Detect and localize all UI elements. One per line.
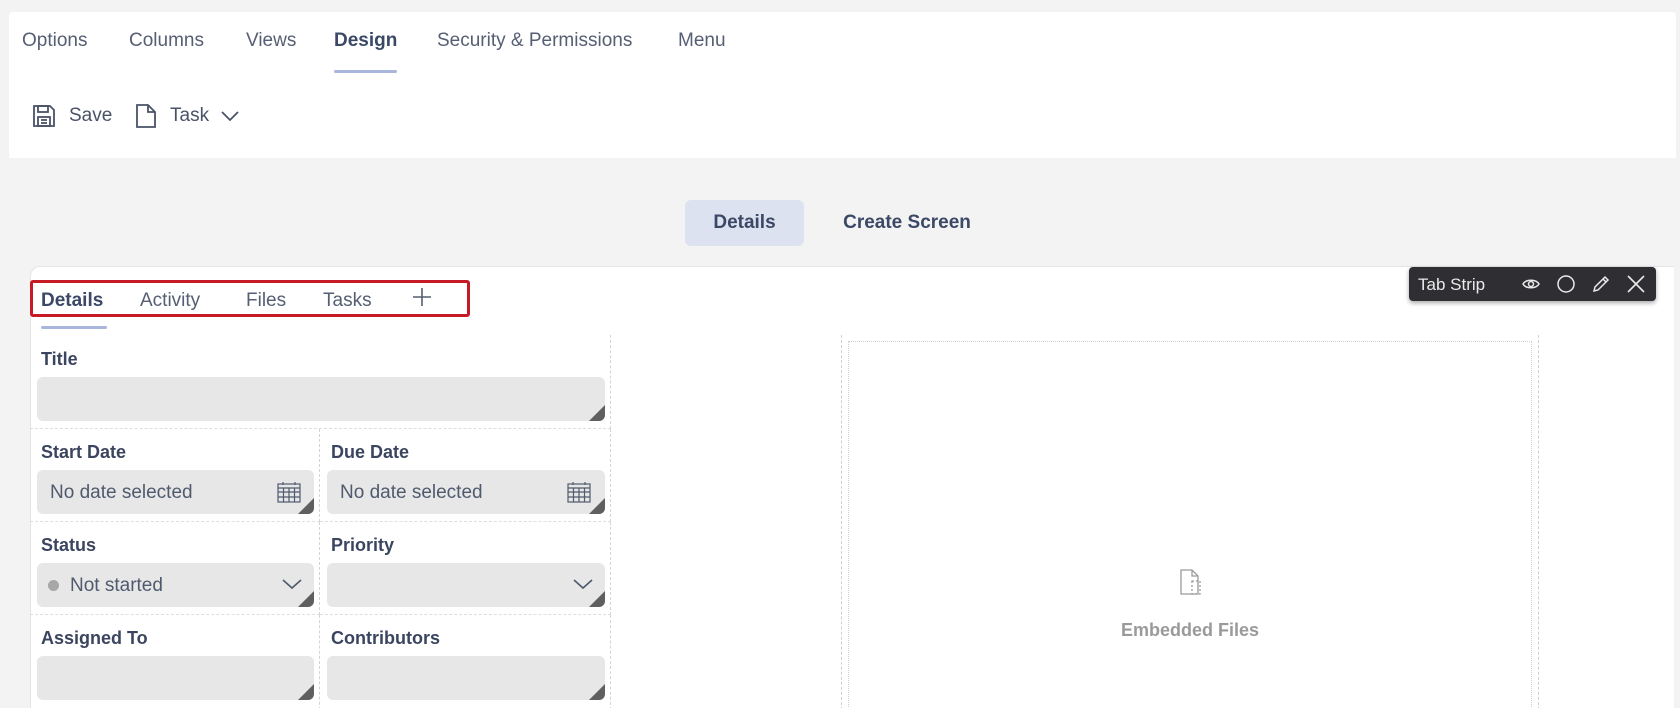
assigned-to-label: Assigned To xyxy=(41,628,148,648)
resize-handle[interactable] xyxy=(298,591,314,607)
start-date-placeholder: No date selected xyxy=(50,482,193,503)
assigned-to-input[interactable] xyxy=(37,656,314,700)
tab-security-permissions[interactable]: Security & Permissions xyxy=(437,30,632,52)
resize-handle[interactable] xyxy=(298,498,314,514)
status-select[interactable]: Not started xyxy=(37,563,314,607)
status-value: Not started xyxy=(70,575,163,596)
circle-icon[interactable] xyxy=(1556,274,1576,294)
contributors-label: Contributors xyxy=(331,628,440,648)
tab-strip-toolbar: Tab Strip xyxy=(1409,267,1656,301)
title-label: Title xyxy=(41,349,78,369)
pencil-icon[interactable] xyxy=(1591,274,1611,294)
content-type-dropdown[interactable]: Task xyxy=(134,103,239,129)
tab-menu[interactable]: Menu xyxy=(678,30,726,52)
add-tab-icon[interactable] xyxy=(411,286,433,308)
title-input[interactable] xyxy=(37,377,605,421)
start-date-picker[interactable]: No date selected xyxy=(37,470,314,514)
due-date-label: Due Date xyxy=(331,442,410,462)
form-tab-details[interactable]: Details xyxy=(41,290,103,312)
form-tab-activity[interactable]: Activity xyxy=(140,290,200,312)
chevron-down-icon xyxy=(221,110,239,122)
file-icon xyxy=(1178,568,1204,596)
due-date-picker[interactable]: No date selected xyxy=(327,470,605,514)
chevron-down-icon xyxy=(282,577,302,591)
start-date-label: Start Date xyxy=(41,442,127,462)
view-details-button[interactable]: Details xyxy=(685,200,804,246)
due-date-placeholder: No date selected xyxy=(340,482,483,503)
eye-icon[interactable] xyxy=(1521,274,1541,294)
priority-label: Priority xyxy=(331,535,395,555)
status-label: Status xyxy=(41,535,97,555)
save-button[interactable]: Save xyxy=(31,103,112,129)
embedded-files-label: Embedded Files xyxy=(1120,620,1260,640)
save-label: Save xyxy=(69,105,113,126)
active-tab-indicator xyxy=(334,70,397,73)
tab-design[interactable]: Design xyxy=(334,30,397,52)
form-tab-files[interactable]: Files xyxy=(246,290,286,312)
tab-views[interactable]: Views xyxy=(246,30,296,52)
form-tab-tasks[interactable]: Tasks xyxy=(323,290,372,312)
close-icon[interactable] xyxy=(1626,274,1646,294)
priority-select[interactable] xyxy=(327,563,605,607)
status-dot-icon xyxy=(48,580,59,591)
resize-handle[interactable] xyxy=(589,405,605,421)
tab-strip-label: Tab Strip xyxy=(1418,275,1486,294)
content-type-label: Task xyxy=(170,105,210,126)
embedded-files-webpart[interactable] xyxy=(848,341,1532,708)
save-icon xyxy=(31,103,57,129)
form-tab-indicator xyxy=(41,326,107,329)
calendar-icon[interactable] xyxy=(567,481,591,503)
resize-handle[interactable] xyxy=(589,591,605,607)
document-icon xyxy=(134,103,158,129)
resize-handle[interactable] xyxy=(298,684,314,700)
resize-handle[interactable] xyxy=(589,498,605,514)
chevron-down-icon xyxy=(573,577,593,591)
tab-columns[interactable]: Columns xyxy=(129,30,204,52)
view-create-screen-button[interactable]: Create Screen xyxy=(830,200,984,246)
resize-handle[interactable] xyxy=(589,684,605,700)
tab-options[interactable]: Options xyxy=(22,30,87,52)
contributors-input[interactable] xyxy=(327,656,605,700)
